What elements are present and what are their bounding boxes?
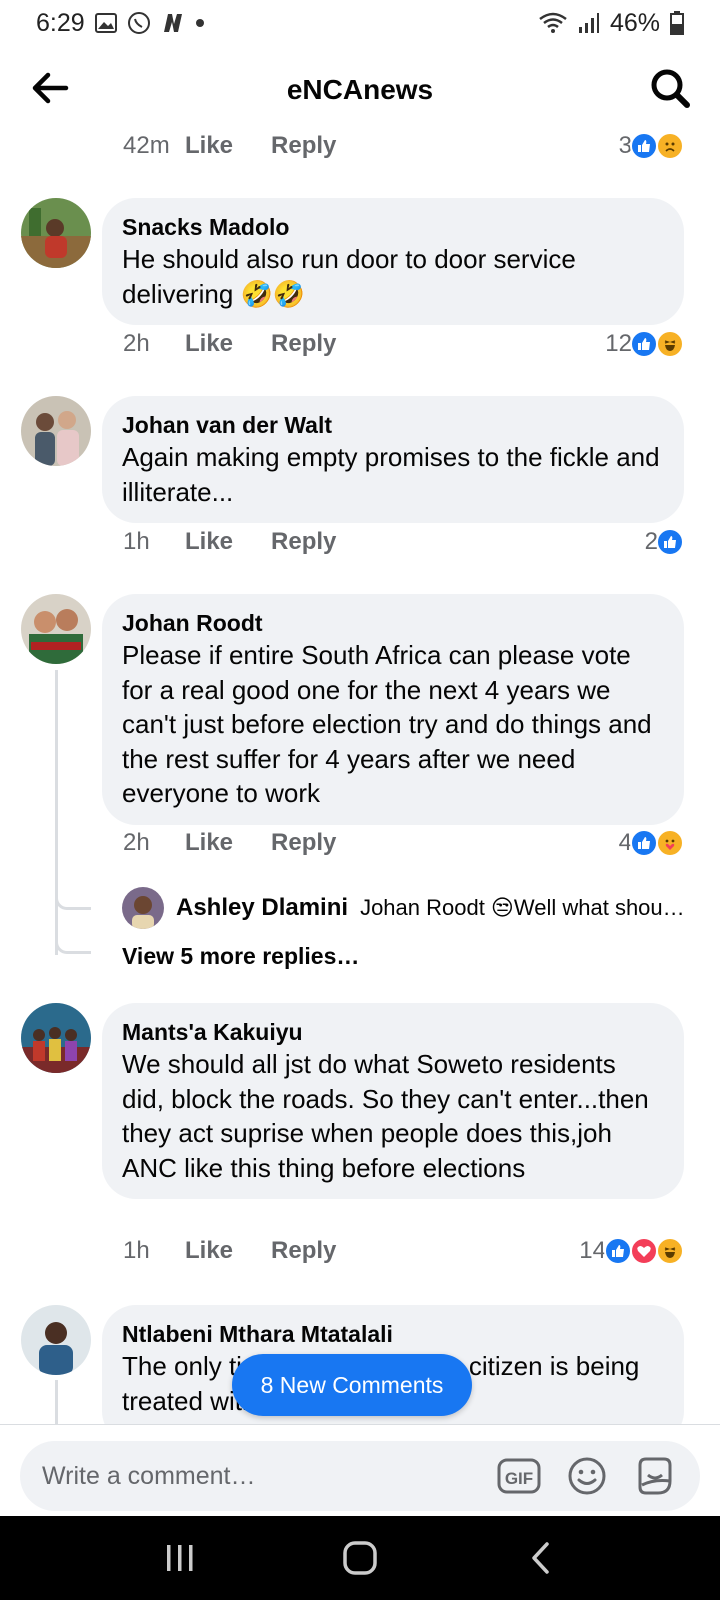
view-more-replies-link[interactable]: View 5 more replies… bbox=[122, 943, 359, 970]
comment-time: 1h bbox=[123, 1237, 150, 1264]
haha-reaction-icon bbox=[656, 1237, 684, 1265]
comment-placeholder: Write a comment… bbox=[42, 1461, 256, 1490]
comment-composer-bar: Write a comment… GIF bbox=[0, 1424, 720, 1516]
thread-connector bbox=[55, 890, 91, 910]
comment-bubble: Mants'a Kakuiyu We should all jst do wha… bbox=[102, 1003, 684, 1199]
like-reaction-icon bbox=[630, 132, 658, 160]
notification-dot-icon bbox=[195, 18, 205, 28]
comment-author[interactable]: Johan Roodt bbox=[122, 608, 664, 638]
reaction-summary[interactable]: 3 bbox=[619, 132, 684, 160]
like-button[interactable]: Like bbox=[185, 1237, 233, 1265]
reply-button[interactable]: Reply bbox=[271, 829, 336, 857]
like-reaction-icon bbox=[656, 528, 684, 556]
gallery-icon bbox=[94, 13, 117, 33]
comment-author[interactable]: Snacks Madolo bbox=[122, 212, 664, 242]
emoji-icon[interactable] bbox=[564, 1453, 610, 1499]
reaction-summary[interactable]: 12 bbox=[605, 330, 684, 358]
reply-author[interactable]: Ashley Dlamini bbox=[176, 894, 348, 922]
reply-button[interactable]: Reply bbox=[271, 330, 336, 358]
comment-input[interactable]: Write a comment… GIF bbox=[20, 1441, 700, 1511]
home-icon[interactable] bbox=[330, 1528, 390, 1588]
whatsapp-icon bbox=[127, 11, 151, 35]
comment-author[interactable]: Mants'a Kakuiyu bbox=[122, 1017, 664, 1047]
love-reaction-icon bbox=[630, 1237, 658, 1265]
comment-author[interactable]: Johan van der Walt bbox=[122, 410, 664, 440]
like-button[interactable]: Like bbox=[185, 829, 233, 857]
battery-icon bbox=[670, 11, 684, 35]
comment-bubble: Johan van der Walt Again making empty pr… bbox=[102, 396, 684, 523]
page-title: eNCAnews bbox=[286, 74, 434, 105]
page-header: eNCAnews bbox=[0, 46, 720, 134]
thread-connector bbox=[55, 934, 91, 954]
comment-meta-row: 1h Like Reply 2 bbox=[123, 522, 684, 562]
avatar[interactable] bbox=[21, 396, 91, 466]
thread-connector bbox=[55, 670, 58, 955]
reaction-summary[interactable]: 14 bbox=[579, 1237, 684, 1265]
news-app-icon bbox=[161, 12, 185, 34]
new-comments-button[interactable]: 8 New Comments bbox=[232, 1354, 472, 1416]
comment-text: We should all jst do what Soweto residen… bbox=[122, 1049, 649, 1183]
sticker-icon[interactable] bbox=[632, 1453, 678, 1499]
comment-meta-row: 2h Like Reply 12 bbox=[123, 324, 684, 364]
comment-text: Again making empty promises to the fickl… bbox=[122, 442, 660, 507]
avatar[interactable] bbox=[21, 594, 91, 664]
avatar[interactable] bbox=[122, 887, 164, 929]
reaction-summary[interactable]: 4 bbox=[619, 829, 684, 857]
like-button[interactable]: Like bbox=[185, 528, 233, 556]
comment-bubble: Johan Roodt Please if entire South Afric… bbox=[102, 594, 684, 825]
thread-connector bbox=[55, 1380, 58, 1424]
back-arrow-icon[interactable] bbox=[28, 66, 72, 110]
system-nav-bar bbox=[0, 1516, 720, 1600]
gif-icon[interactable]: GIF bbox=[496, 1453, 542, 1499]
wifi-icon bbox=[538, 11, 568, 35]
like-reaction-icon bbox=[630, 829, 658, 857]
comment-time: 1h bbox=[123, 528, 150, 555]
comment-meta-row: 1h Like Reply 14 bbox=[123, 1231, 684, 1271]
back-nav-icon[interactable] bbox=[510, 1528, 570, 1588]
comment-meta-row: 42m Like Reply 3 bbox=[123, 126, 684, 166]
like-button[interactable]: Like bbox=[185, 132, 233, 160]
reply-button[interactable]: Reply bbox=[271, 1237, 336, 1265]
comment-text: He should also run door to door service … bbox=[122, 244, 576, 309]
sad-reaction-icon bbox=[656, 132, 684, 160]
avatar[interactable] bbox=[21, 1305, 91, 1375]
recent-apps-icon[interactable] bbox=[150, 1528, 210, 1588]
reaction-count: 14 bbox=[579, 1237, 606, 1264]
status-bar: 6:29 46% bbox=[0, 0, 720, 46]
haha-reaction-icon bbox=[656, 330, 684, 358]
like-button[interactable]: Like bbox=[185, 330, 233, 358]
reply-preview[interactable]: Ashley Dlamini Johan Roodt 😒Well what sh… bbox=[122, 886, 684, 930]
avatar[interactable] bbox=[21, 1003, 91, 1073]
reply-button[interactable]: Reply bbox=[271, 132, 336, 160]
avatar[interactable] bbox=[21, 198, 91, 268]
svg-text:GIF: GIF bbox=[505, 1469, 533, 1488]
signal-icon bbox=[578, 12, 600, 34]
like-reaction-icon bbox=[630, 330, 658, 358]
comment-time: 2h bbox=[123, 829, 150, 856]
reaction-summary[interactable]: 2 bbox=[645, 528, 684, 556]
like-reaction-icon bbox=[604, 1237, 632, 1265]
comment-author[interactable]: Ntlabeni Mthara Mtatalali bbox=[122, 1319, 664, 1349]
search-icon[interactable] bbox=[648, 66, 692, 110]
comment-bubble: Snacks Madolo He should also run door to… bbox=[102, 198, 684, 325]
care-reaction-icon bbox=[656, 829, 684, 857]
battery-percent: 46% bbox=[609, 8, 660, 37]
comment-text: Please if entire South Africa can please… bbox=[122, 640, 652, 808]
reaction-count: 12 bbox=[605, 330, 632, 357]
comment-time: 42m bbox=[123, 132, 170, 159]
status-time: 6:29 bbox=[36, 8, 85, 37]
reply-text: Johan Roodt 😒Well what shou… bbox=[360, 895, 684, 920]
comment-meta-row: 2h Like Reply 4 bbox=[123, 823, 684, 863]
reply-button[interactable]: Reply bbox=[271, 528, 336, 556]
comments-feed[interactable]: 42m Like Reply 3 Snacks Madolo He should… bbox=[0, 122, 720, 1424]
comment-time: 2h bbox=[123, 330, 150, 357]
